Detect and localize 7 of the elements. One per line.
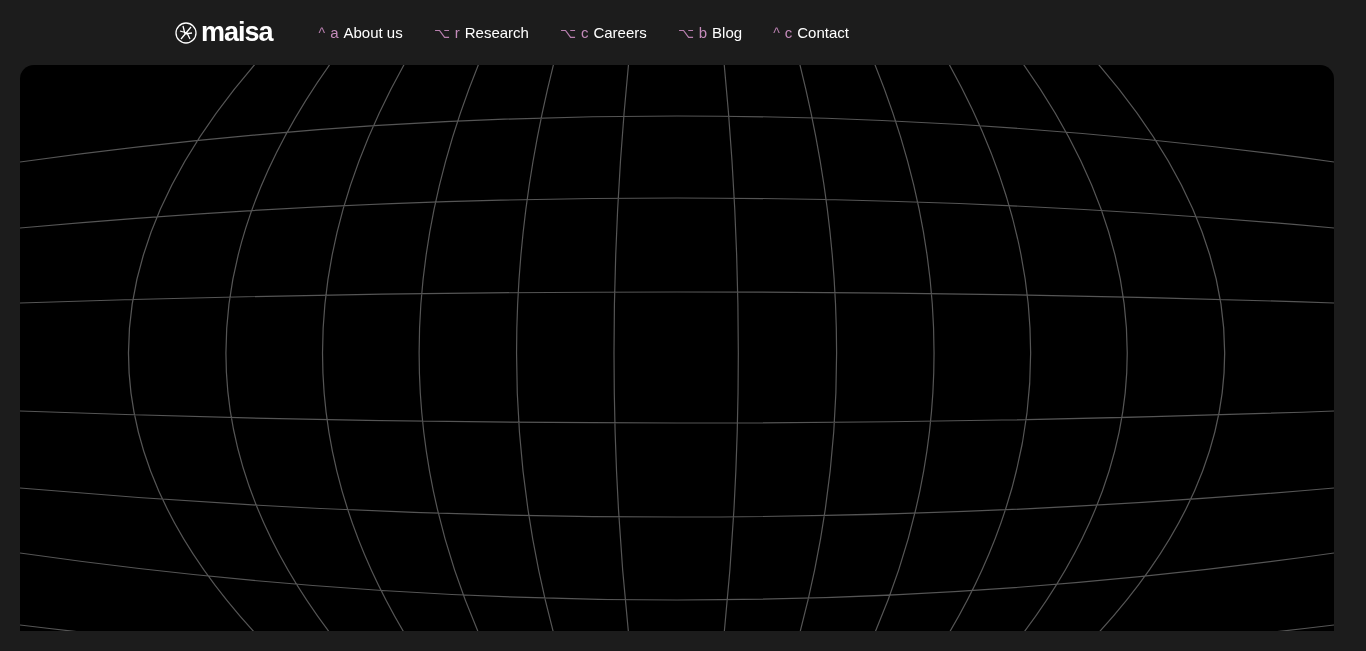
nav-link[interactable]: ^ a About us — [318, 24, 403, 41]
nav-link[interactable]: ⌥ c Careers — [559, 24, 647, 41]
nav-link[interactable]: ^ c Contact — [773, 24, 849, 41]
nav-link[interactable]: ⌥ b Blog — [677, 24, 743, 41]
logo-text[interactable]: maisa — [201, 17, 273, 48]
nav-link[interactable]: ⌥ r Research — [433, 24, 529, 41]
logo-icon — [175, 21, 197, 44]
